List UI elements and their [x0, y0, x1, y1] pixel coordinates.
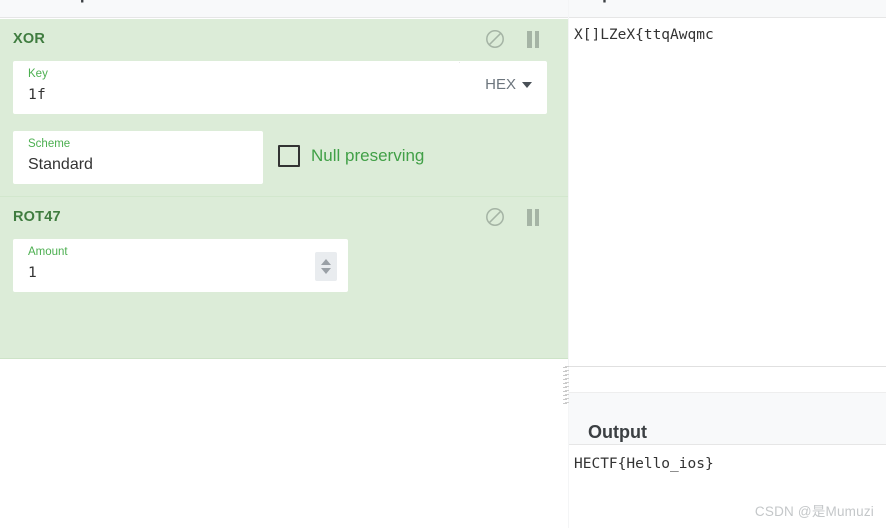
recipe-panel-title: Recipe — [44, 0, 100, 4]
ban-icon[interactable] — [484, 28, 506, 50]
null-preserving-checkbox[interactable]: Null preserving — [278, 145, 424, 167]
chevron-up-icon[interactable] — [321, 259, 331, 265]
recipe-titlebar: Recipe — [0, 0, 568, 18]
splitter-line — [569, 366, 886, 367]
scheme-row: Scheme Standard Null preserving — [13, 131, 555, 184]
operation-header: XOR — [0, 19, 568, 61]
operation-title: XOR — [13, 31, 46, 47]
recipe-operation-rot47[interactable]: ROT47 Amount 1 — [0, 196, 568, 304]
amount-field-label: Amount — [28, 246, 68, 258]
input-panel-title: Input — [587, 0, 629, 4]
recipe-operation-list[interactable]: XOR Key 1f HEX Scheme Standard Null pres… — [0, 19, 568, 359]
amount-field[interactable]: Amount 1 — [13, 239, 348, 292]
key-input[interactable]: 1f — [28, 84, 46, 106]
checkbox-box[interactable] — [278, 145, 300, 167]
recipe-empty-area[interactable] — [0, 360, 568, 528]
recipe-operation-xor[interactable]: XOR Key 1f HEX Scheme Standard Null pres… — [0, 19, 568, 196]
key-field-label: Key — [28, 68, 48, 80]
io-column: Input X[]LZeX{ttqAwqmc Output HECTF{Hell… — [565, 0, 886, 528]
pause-icon[interactable] — [522, 206, 544, 228]
key-type-dropdown[interactable]: HEX — [485, 76, 532, 94]
scheme-field-label: Scheme — [28, 138, 71, 150]
operation-title: ROT47 — [13, 209, 61, 225]
chevron-down-icon — [522, 82, 532, 88]
scheme-select-value[interactable]: Standard — [28, 154, 93, 176]
operation-arguments: Key 1f HEX Scheme Standard Null preservi… — [0, 61, 568, 184]
input-titlebar: Input — [569, 0, 886, 18]
field-divider — [459, 62, 460, 63]
io-splitter[interactable] — [569, 366, 886, 379]
operation-header: ROT47 — [0, 197, 568, 239]
ban-icon[interactable] — [484, 206, 506, 228]
input-panel: Input X[]LZeX{ttqAwqmc — [569, 0, 886, 365]
output-panel-title: Output — [588, 422, 647, 442]
pause-icon[interactable] — [522, 28, 544, 50]
scheme-field[interactable]: Scheme Standard — [13, 131, 263, 184]
chevron-down-icon[interactable] — [321, 268, 331, 274]
cyberchef-window: Recipe XOR — [0, 0, 886, 528]
operation-arguments: Amount 1 — [0, 239, 568, 292]
operation-controls — [484, 28, 544, 50]
key-field[interactable]: Key 1f HEX — [13, 61, 547, 114]
output-textarea[interactable]: HECTF{Hello_ios} — [574, 454, 880, 475]
input-textarea[interactable]: X[]LZeX{ttqAwqmc — [574, 25, 880, 361]
recipe-column: Recipe XOR — [0, 0, 568, 528]
amount-input[interactable]: 1 — [28, 262, 37, 284]
key-type-label: HEX — [485, 76, 516, 93]
output-titlebar: Output — [569, 392, 886, 445]
amount-stepper[interactable] — [315, 252, 337, 281]
null-preserving-label: Null preserving — [311, 146, 425, 165]
watermark-text: CSDN @是Mumuzi — [754, 504, 874, 519]
operation-controls — [484, 206, 544, 228]
